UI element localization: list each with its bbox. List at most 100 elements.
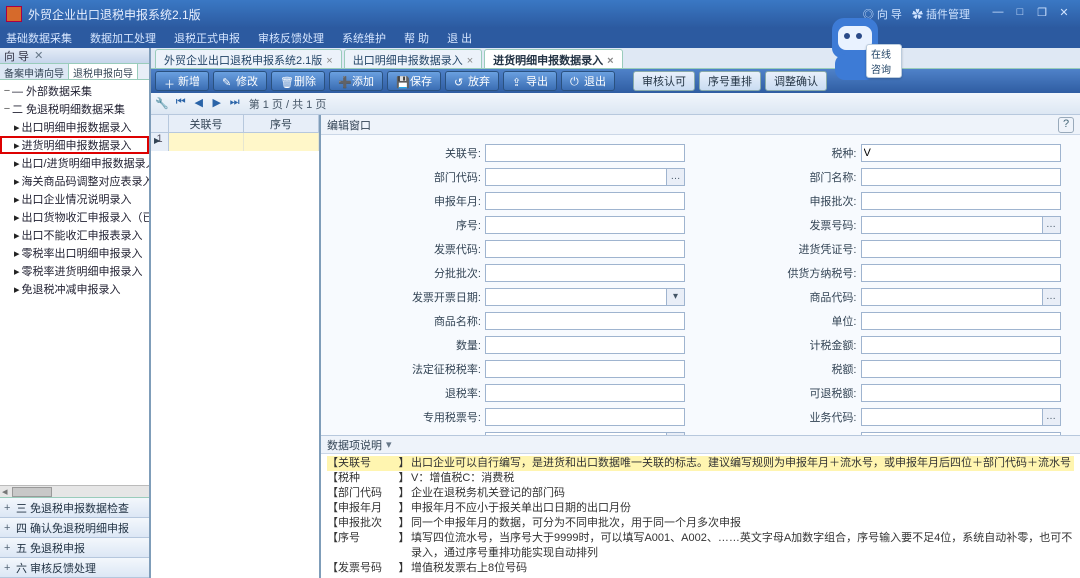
tree-item-export-detail[interactable]: ▸出口明细申报数据录入 — [0, 118, 149, 136]
inp-specialno[interactable] — [485, 408, 685, 426]
btn-adjust[interactable]: 调整确认 — [765, 71, 827, 91]
btn-delete[interactable]: 🗑删除 — [271, 71, 325, 91]
inp-taxtype[interactable] — [861, 144, 1061, 162]
tree-group-detail[interactable]: −二 免退税明细数据采集 — [0, 100, 149, 118]
tree-item-offset[interactable]: ▸免退税冲减申报录入 — [0, 280, 149, 298]
inp-taxbase[interactable] — [861, 336, 1061, 354]
titlebar: 外贸企业出口退税申报系统2.1版 ◎ 向 导 ✿ 插件管理 — □ ❐ ✕ — [0, 0, 1080, 28]
plugin-link[interactable]: ✿ 插件管理 — [912, 6, 970, 22]
first-page-icon[interactable]: ⏮ — [173, 96, 189, 112]
restore-button[interactable]: ❐ — [1032, 6, 1052, 22]
inp-suppliertax[interactable] — [861, 264, 1061, 282]
btn-add[interactable]: ➕添加 — [329, 71, 383, 91]
max-button[interactable]: □ — [1010, 6, 1030, 22]
inp-invoiceno[interactable] — [861, 216, 1043, 234]
wizard-close-icon[interactable]: ✕ — [31, 49, 43, 62]
tree-item-hs-adjust[interactable]: ▸海关商品码调整对应表录入 — [0, 172, 149, 190]
inp-seq[interactable] — [485, 216, 685, 234]
chevron-down-icon[interactable]: ▾ — [386, 438, 392, 451]
inp-refundrate[interactable] — [485, 384, 685, 402]
menu-help[interactable]: 帮 助 — [404, 30, 429, 46]
lookup-icon[interactable]: … — [1043, 216, 1061, 234]
lookup-icon[interactable]: … — [1043, 408, 1061, 426]
table-row[interactable]: 1 — [151, 133, 319, 151]
data-grid: 关联号 序号 1 — [151, 115, 321, 578]
calendar-icon[interactable]: ▾ — [667, 288, 685, 306]
left-panel: 向 导 ✕ 备案申请向导 退税申报向导 −— 外部数据采集 −二 免退税明细数据… — [0, 48, 151, 578]
trash-icon: 🗑 — [280, 76, 290, 86]
guide-link[interactable]: ◎ 向 导 — [863, 6, 902, 22]
undo-icon: ↺ — [454, 76, 464, 86]
inp-taxamt[interactable] — [861, 360, 1061, 378]
inp-bizcode[interactable] — [861, 408, 1043, 426]
btn-new[interactable]: ＋新增 — [155, 71, 209, 91]
menu-audit[interactable]: 审核反馈处理 — [258, 30, 324, 46]
tree-item-zero-purchase[interactable]: ▸零税率进货明细申报录入 — [0, 262, 149, 280]
btn-save[interactable]: 💾保存 — [387, 71, 441, 91]
inp-refundable[interactable] — [861, 384, 1061, 402]
doctab-home[interactable]: 外贸企业出口退税申报系统2.1版× — [155, 49, 342, 68]
tree-hscroll[interactable]: ◂ — [0, 485, 149, 497]
app-title: 外贸企业出口退税申报系统2.1版 — [28, 6, 863, 23]
inp-goodsname[interactable] — [485, 312, 685, 330]
menu-exit[interactable]: 退 出 — [447, 30, 472, 46]
inp-relation[interactable] — [485, 144, 685, 162]
inp-unit[interactable] — [861, 312, 1061, 330]
accordion-feedback[interactable]: +六 审核反馈处理 — [0, 558, 149, 578]
help-icon[interactable]: ? — [1058, 117, 1074, 133]
inp-levyrate[interactable] — [485, 360, 685, 378]
doctab-purchase[interactable]: 进货明细申报数据录入× — [484, 49, 622, 68]
btn-exit[interactable]: ⏻退出 — [561, 71, 615, 91]
cell-relation[interactable] — [169, 133, 244, 151]
tree-item-situation[interactable]: ▸出口企业情况说明录入 — [0, 190, 149, 208]
inp-deptcode[interactable] — [485, 168, 667, 186]
accordion-declare[interactable]: +五 免退税申报 — [0, 538, 149, 558]
btn-export[interactable]: ⇪导出 — [503, 71, 557, 91]
inp-invoicecode[interactable] — [485, 240, 685, 258]
plus-icon: ＋ — [164, 76, 174, 86]
col-seq[interactable]: 序号 — [244, 115, 319, 132]
cell-seq[interactable] — [244, 133, 319, 151]
wizard-tab-refund[interactable]: 退税申报向导 — [69, 64, 138, 79]
inp-splitbatch[interactable] — [485, 264, 685, 282]
inp-goodscode[interactable] — [861, 288, 1043, 306]
inp-qty[interactable] — [485, 336, 685, 354]
btn-cancel[interactable]: ↺放弃 — [445, 71, 499, 91]
col-relation[interactable]: 关联号 — [169, 115, 244, 132]
field-description: 数据项说明▾ 【关联号】出口企业可以自行编写，是进货和出口数据唯一关联的标志。建… — [321, 435, 1080, 578]
lookup-icon[interactable]: … — [667, 168, 685, 186]
close-icon[interactable]: × — [607, 55, 613, 67]
wrench-icon[interactable]: 🔧 — [155, 97, 169, 110]
lookup-icon[interactable]: … — [1043, 288, 1061, 306]
accordion-check[interactable]: +三 免退税申报数据检查 — [0, 498, 149, 518]
menu-system[interactable]: 系统维护 — [342, 30, 386, 46]
inp-period[interactable] — [485, 192, 685, 210]
last-page-icon[interactable]: ⏭ — [227, 96, 243, 112]
inp-deptname[interactable] — [861, 168, 1061, 186]
close-icon[interactable]: × — [326, 55, 332, 67]
tree-item-noreceipt[interactable]: ▸出口不能收汇申报表录入（已认 — [0, 226, 149, 244]
tree-group-external[interactable]: −— 外部数据采集 — [0, 82, 149, 100]
btn-renumber[interactable]: 序号重排 — [699, 71, 761, 91]
nav-tree: −— 外部数据采集 −二 免退税明细数据采集 ▸出口明细申报数据录入 ▸进货明细… — [0, 80, 149, 485]
wizard-tab-filing[interactable]: 备案申请向导 — [0, 64, 69, 79]
tree-item-receipt[interactable]: ▸出口货物收汇申报录入（已认 — [0, 208, 149, 226]
btn-edit[interactable]: ✎修改 — [213, 71, 267, 91]
min-button[interactable]: — — [988, 6, 1008, 22]
inp-batch[interactable] — [861, 192, 1061, 210]
btn-approve[interactable]: 审核认可 — [633, 71, 695, 91]
next-page-icon[interactable]: ▶ — [209, 96, 225, 112]
tree-item-purchase-detail[interactable]: ▸进货明细申报数据录入 — [0, 136, 149, 154]
close-icon[interactable]: × — [467, 55, 473, 67]
menu-declare[interactable]: 退税正式申报 — [174, 30, 240, 46]
menu-process[interactable]: 数据加工处理 — [90, 30, 156, 46]
accordion-confirm[interactable]: +四 确认免退税明细申报 — [0, 518, 149, 538]
tree-item-combo[interactable]: ▸出口/进货明细申报数据录入 — [0, 154, 149, 172]
prev-page-icon[interactable]: ◀ — [191, 96, 207, 112]
inp-invdate[interactable] — [485, 288, 667, 306]
tree-item-zero-export[interactable]: ▸零税率出口明细申报录入 — [0, 244, 149, 262]
menu-basic[interactable]: 基础数据采集 — [6, 30, 72, 46]
close-button[interactable]: ✕ — [1054, 6, 1074, 22]
inp-voucher[interactable] — [861, 240, 1061, 258]
doctab-export[interactable]: 出口明细申报数据录入× — [344, 49, 482, 68]
